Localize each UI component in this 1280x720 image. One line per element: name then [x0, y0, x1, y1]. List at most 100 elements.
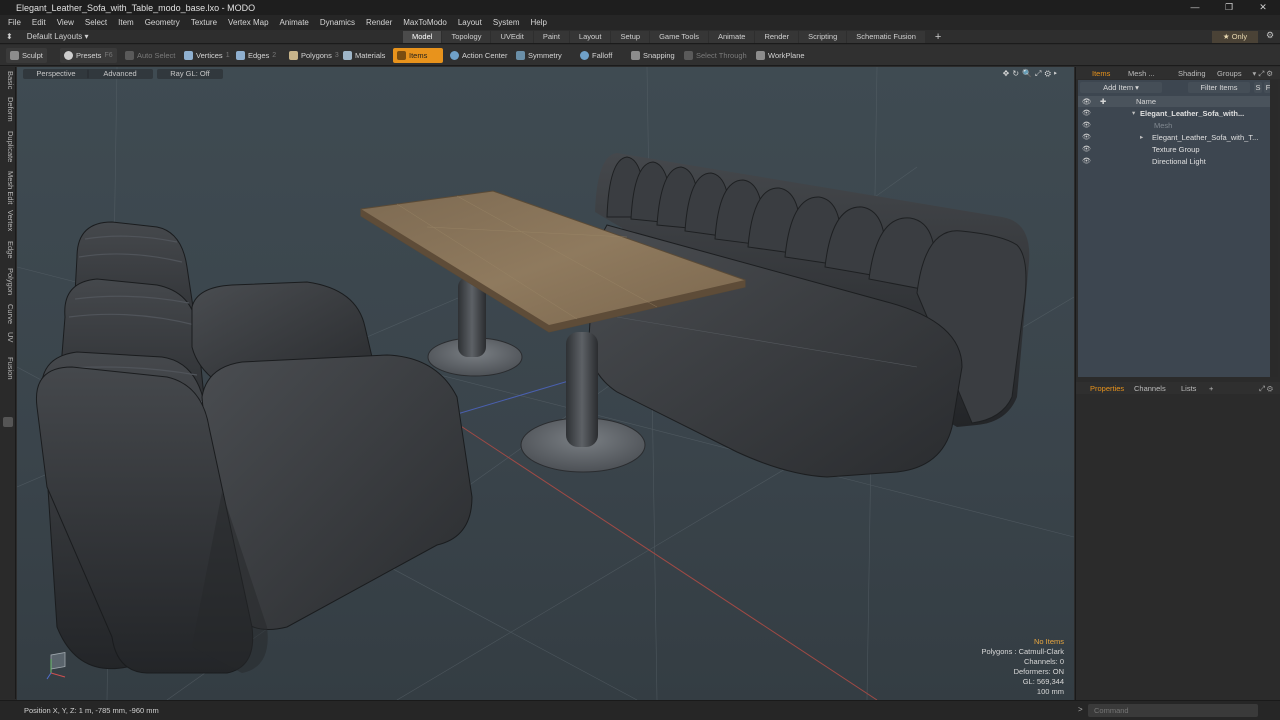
presets-button[interactable]: Presets F6 — [60, 48, 117, 63]
panel-controls-icon[interactable]: ⤢⚙ — [1259, 384, 1275, 394]
tab-items[interactable]: Items — [1092, 69, 1110, 78]
tab-topology[interactable]: Topology — [442, 31, 491, 43]
menu-maxtomodo[interactable]: MaxToModo — [403, 18, 447, 27]
tab-shading[interactable]: Shading — [1178, 69, 1206, 78]
viewport-nav-icons[interactable]: ✥↻🔍⤢⚙▸ — [1003, 69, 1060, 79]
tab-channels[interactable]: Channels — [1134, 384, 1166, 393]
edges-button[interactable]: Edges 2 — [232, 48, 280, 63]
falloff-button[interactable]: Falloff — [576, 48, 616, 63]
menu-dynamics[interactable]: Dynamics — [320, 18, 355, 27]
snapping-button[interactable]: Snapping — [627, 48, 679, 63]
left-tab-polygon[interactable]: Polygon — [1, 268, 15, 295]
visibility-eye-icon[interactable]: 👁 — [1082, 133, 1091, 141]
visibility-eye-icon[interactable]: 👁 — [1082, 121, 1091, 129]
column-name[interactable]: Name — [1136, 97, 1156, 106]
filter-items-button[interactable]: Filter Items — [1188, 82, 1250, 93]
sculpt-label: Sculpt — [22, 51, 43, 60]
menu-file[interactable]: File — [8, 18, 21, 27]
scene-render[interactable] — [17, 67, 1074, 700]
raygl-toggle[interactable]: Ray GL: Off — [157, 69, 223, 79]
s-button[interactable]: S — [1254, 82, 1262, 93]
menu-help[interactable]: Help — [531, 18, 547, 27]
title-bar: Elegant_Leather_Sofa_with_Table_modo_bas… — [0, 0, 1280, 15]
3d-viewport[interactable]: Perspective Advanced Ray GL: Off ✥↻🔍⤢⚙▸ … — [17, 67, 1074, 700]
menu-view[interactable]: View — [57, 18, 74, 27]
action-center-button[interactable]: Action Center — [446, 48, 511, 63]
left-tab-edge[interactable]: Edge — [1, 241, 15, 259]
items-button[interactable]: Items — [393, 48, 443, 63]
left-tab-basic[interactable]: Basic — [1, 71, 15, 89]
tree-item-texture-group[interactable]: 👁 Texture Group — [1078, 144, 1270, 156]
menu-layout[interactable]: Layout — [458, 18, 482, 27]
menu-render[interactable]: Render — [366, 18, 392, 27]
layouts-dropdown[interactable]: ⬍ Default Layouts ▾ — [6, 32, 89, 41]
left-tab-fusion[interactable]: Fusion — [1, 357, 15, 380]
items-scrollbar[interactable] — [1270, 80, 1278, 377]
auto-select-icon — [125, 51, 134, 60]
add-item-button[interactable]: Add Item ▾ — [1080, 82, 1162, 93]
shading-dropdown[interactable]: Advanced — [87, 69, 153, 79]
gear-icon[interactable]: ⚙ — [1266, 30, 1274, 41]
only-toggle[interactable]: ★ Only — [1212, 31, 1258, 43]
tab-lists[interactable]: Lists — [1181, 384, 1196, 393]
menu-edit[interactable]: Edit — [32, 18, 46, 27]
tab-layout[interactable]: Layout — [569, 31, 611, 43]
menu-select[interactable]: Select — [85, 18, 107, 27]
menu-system[interactable]: System — [493, 18, 520, 27]
maximize-button[interactable]: ❐ — [1212, 0, 1246, 15]
tab-paint[interactable]: Paint — [533, 31, 569, 43]
menu-animate[interactable]: Animate — [280, 18, 309, 27]
visibility-eye-icon[interactable]: 👁 — [1082, 145, 1091, 153]
edges-icon — [236, 51, 245, 60]
visibility-eye-icon[interactable]: 👁 — [1082, 157, 1091, 165]
tab-groups[interactable]: Groups — [1217, 69, 1242, 78]
minimize-button[interactable]: — — [1178, 0, 1212, 15]
panel-controls-icon[interactable]: ▾⤢⚙ — [1253, 69, 1276, 79]
visibility-eye-icon[interactable]: 👁 — [1082, 109, 1091, 117]
select-through-button[interactable]: Select Through — [680, 48, 751, 63]
left-tab-duplicate[interactable]: Duplicate — [1, 131, 15, 162]
vertices-button[interactable]: Vertices 1 — [180, 48, 234, 63]
symmetry-button[interactable]: Symmetry — [512, 48, 566, 63]
collapse-arrow-icon[interactable]: ▸ — [1140, 133, 1143, 141]
left-tab-vertex[interactable]: Vertex — [1, 210, 15, 231]
menu-item[interactable]: Item — [118, 18, 134, 27]
viewport-header: Perspective Advanced Ray GL: Off ✥↻🔍⤢⚙▸ — [17, 67, 1074, 80]
tab-model[interactable]: Model — [403, 31, 442, 43]
left-tab-curve[interactable]: Curve — [1, 304, 15, 324]
tab-mesh[interactable]: Mesh ... — [1128, 69, 1155, 78]
command-input[interactable] — [1088, 704, 1258, 717]
view-mode-dropdown[interactable]: Perspective — [23, 69, 89, 79]
add-tab-button[interactable]: + — [926, 31, 950, 43]
menu-texture[interactable]: Texture — [191, 18, 217, 27]
workplane-button[interactable]: WorkPlane — [752, 48, 809, 63]
snapping-icon — [631, 51, 640, 60]
tab-setup[interactable]: Setup — [611, 31, 650, 43]
close-button[interactable]: ✕ — [1246, 0, 1280, 15]
left-tab-deform[interactable]: Deform — [1, 97, 15, 122]
tab-game-tools[interactable]: Game Tools — [650, 31, 708, 43]
expand-arrow-icon[interactable]: ▾ — [1132, 109, 1135, 117]
menu-vertex-map[interactable]: Vertex Map — [228, 18, 268, 27]
tab-schematic-fusion[interactable]: Schematic Fusion — [847, 31, 925, 43]
panel-toggle-icon[interactable] — [3, 417, 13, 427]
tree-item-mesh[interactable]: 👁 Mesh — [1078, 120, 1270, 132]
left-tab-mesh-edit[interactable]: Mesh Edit — [1, 171, 15, 204]
left-tab-uv[interactable]: UV — [1, 332, 15, 342]
tab-animate[interactable]: Animate — [708, 31, 755, 43]
add-panel-tab-button[interactable]: + — [1209, 384, 1213, 393]
tab-uvedit[interactable]: UVEdit — [491, 31, 533, 43]
sculpt-button[interactable]: Sculpt — [6, 48, 47, 63]
auto-select-button[interactable]: Auto Select — [121, 48, 179, 63]
polygons-button[interactable]: Polygons 3 — [285, 48, 343, 63]
tree-item-sofa-group[interactable]: 👁 ▸ Elegant_Leather_Sofa_with_T... — [1078, 132, 1270, 144]
tree-item-scene-root[interactable]: 👁 ▾ Elegant_Leather_Sofa_with... — [1078, 108, 1270, 120]
tab-scripting[interactable]: Scripting — [799, 31, 847, 43]
falloff-icon — [580, 51, 589, 60]
star-icon: ★ — [1222, 32, 1232, 41]
tab-properties[interactable]: Properties — [1090, 384, 1124, 393]
tab-render[interactable]: Render — [755, 31, 799, 43]
materials-button[interactable]: Materials — [339, 48, 389, 63]
tree-item-directional-light[interactable]: 👁 Directional Light — [1078, 156, 1270, 168]
menu-geometry[interactable]: Geometry — [145, 18, 180, 27]
